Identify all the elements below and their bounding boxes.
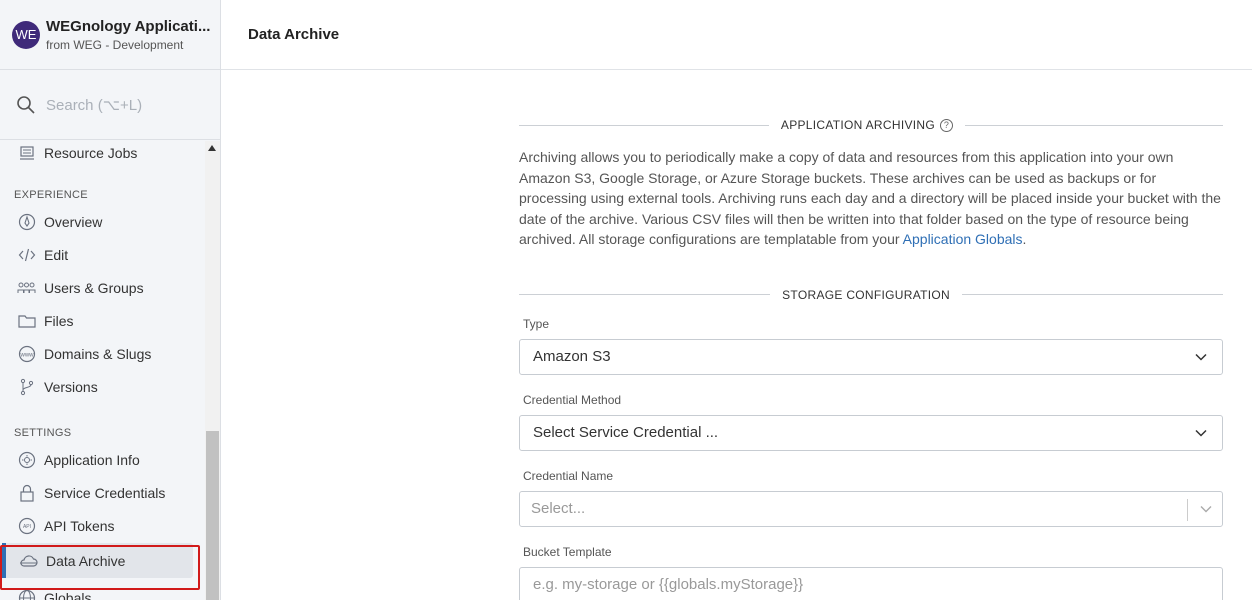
chevron-down-icon xyxy=(1195,353,1207,361)
chevron-down-icon xyxy=(1200,505,1212,513)
app-header[interactable]: WE WEGnology Applicati... from WEG - Dev… xyxy=(0,0,220,70)
section-settings: SETTINGS xyxy=(14,427,72,439)
credential-method-select[interactable]: Select Service Credential ... xyxy=(519,414,1223,451)
sidebar-item-domains-slugs[interactable]: www Domains & Slugs xyxy=(0,337,205,370)
sidebar-item-label: Domains & Slugs xyxy=(44,345,152,362)
archiving-description: Archiving allows you to periodically mak… xyxy=(519,149,1221,248)
help-icon[interactable]: ? xyxy=(940,118,953,132)
sidebar-item-resource-jobs[interactable]: Resource Jobs xyxy=(0,141,205,165)
www-icon: www xyxy=(17,344,36,363)
credential-method-value: Select Service Credential ... xyxy=(533,424,719,442)
sidebar-item-label: Globals xyxy=(44,589,92,600)
application-globals-link[interactable]: Application Globals xyxy=(903,231,1023,247)
sidebar-item-label: Service Credentials xyxy=(44,484,166,501)
app-avatar: WE xyxy=(12,20,40,49)
type-label: Type xyxy=(523,316,550,331)
scroll-thumb[interactable] xyxy=(206,431,219,600)
lock-icon xyxy=(17,483,36,502)
sidebar-item-label: Resource Jobs xyxy=(44,145,138,161)
sidebar-item-api-tokens[interactable]: API API Tokens xyxy=(0,509,205,542)
sidebar-item-service-credentials[interactable]: Service Credentials xyxy=(0,476,205,509)
sidebar-item-label: Overview xyxy=(44,213,103,230)
sidebar-item-data-archive[interactable]: Data Archive xyxy=(2,543,193,578)
sidebar-item-overview[interactable]: Overview xyxy=(0,205,205,238)
sidebar-item-application-info[interactable]: Application Info xyxy=(0,443,205,476)
sidebar-item-label: Files xyxy=(44,312,74,329)
sidebar-item-versions[interactable]: Versions xyxy=(0,370,205,403)
credential-name-label: Credential Name xyxy=(523,468,614,483)
type-value: Amazon S3 xyxy=(533,348,611,366)
app-subtitle: from WEG - Development xyxy=(46,37,184,52)
archiving-divider: APPLICATION ARCHIVING ? xyxy=(519,115,1223,135)
gear-icon xyxy=(17,450,36,469)
main-content: APPLICATION ARCHIVING ? Archiving allows… xyxy=(519,70,1223,600)
search-icon xyxy=(17,95,35,114)
credential-name-field-group: Credential Name Select... xyxy=(519,469,1223,527)
sidebar-item-label: Application Info xyxy=(44,451,140,468)
chevron-down-icon xyxy=(1195,429,1207,437)
sidebar-nav: Resource Jobs EXPERIENCE Overview Edit U… xyxy=(0,141,205,600)
sidebar-item-label: Edit xyxy=(44,246,69,263)
cloud-icon xyxy=(19,551,38,570)
folder-icon xyxy=(17,311,36,330)
sidebar-scrollbar[interactable] xyxy=(205,141,220,600)
bucket-label: Bucket Template xyxy=(523,544,612,559)
sidebar-item-globals[interactable]: Globals xyxy=(0,581,205,600)
section-experience: EXPERIENCE xyxy=(14,189,88,201)
credential-name-select[interactable]: Select... xyxy=(519,490,1223,527)
globe-icon xyxy=(17,588,36,600)
page-header: Data Archive xyxy=(221,0,1252,70)
sidebar-item-users-groups[interactable]: Users & Groups xyxy=(0,271,205,304)
scroll-up-arrow-icon[interactable] xyxy=(208,145,216,151)
archiving-heading: APPLICATION ARCHIVING xyxy=(780,118,935,132)
app-name: WEGnology Applicati... xyxy=(46,17,211,35)
credential-method-field-group: Credential Method Select Service Credent… xyxy=(519,393,1223,451)
sidebar-item-edit[interactable]: Edit xyxy=(0,238,205,271)
sidebar-item-label: API Tokens xyxy=(44,517,115,534)
sidebar-item-label: Versions xyxy=(44,378,98,395)
bucket-field-group: Bucket Template e.g. my-storage or {{glo… xyxy=(519,545,1223,600)
type-select[interactable]: Amazon S3 xyxy=(519,338,1223,375)
credential-name-placeholder: Select... xyxy=(531,500,586,518)
sidebar-item-label: Users & Groups xyxy=(44,279,144,296)
branch-icon xyxy=(17,377,36,396)
type-field-group: Type Amazon S3 xyxy=(519,317,1223,375)
sidebar-item-files[interactable]: Files xyxy=(0,304,205,337)
search-input[interactable]: Search (⌥+L) xyxy=(46,96,142,114)
storage-divider: STORAGE CONFIGURATION xyxy=(519,285,1223,305)
bucket-placeholder: e.g. my-storage or {{globals.myStorage}} xyxy=(533,576,804,594)
bucket-template-input[interactable]: e.g. my-storage or {{globals.myStorage}} xyxy=(519,566,1223,600)
code-icon xyxy=(17,245,36,264)
page-title: Data Archive xyxy=(248,26,340,43)
compass-icon xyxy=(17,212,36,231)
storage-heading: STORAGE CONFIGURATION xyxy=(782,287,950,302)
sidebar: WE WEGnology Applicati... from WEG - Dev… xyxy=(0,0,221,600)
server-icon xyxy=(17,144,36,163)
svg-text:API: API xyxy=(22,524,30,530)
svg-text:www: www xyxy=(19,352,34,358)
credential-method-label: Credential Method xyxy=(523,392,622,407)
search-box[interactable]: Search (⌥+L) xyxy=(0,70,220,140)
api-icon: API xyxy=(17,516,36,535)
users-icon xyxy=(17,278,36,297)
sidebar-item-label: Data Archive xyxy=(46,552,126,569)
